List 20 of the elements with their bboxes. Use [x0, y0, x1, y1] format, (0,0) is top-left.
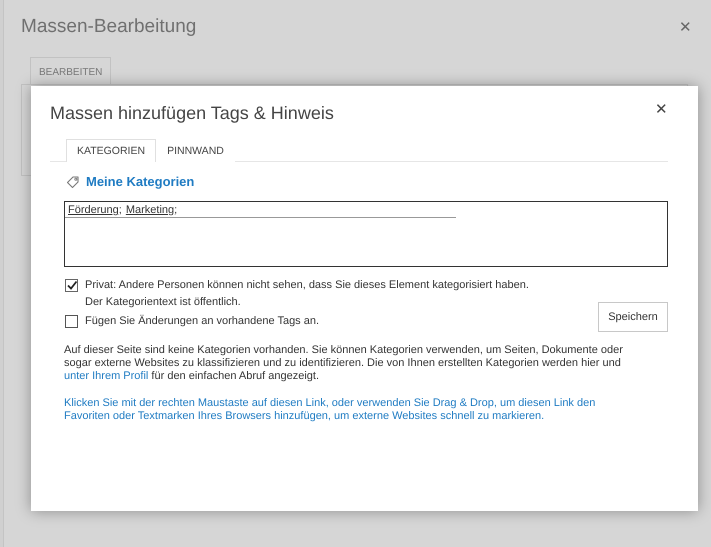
checkbox-label: Fügen Sie Änderungen an vorhandene Tags an. — [85, 314, 320, 329]
save-button[interactable]: Speichern — [598, 302, 668, 332]
tag-link[interactable]: Förderung — [68, 204, 119, 216]
tag-link[interactable]: Marketing — [126, 204, 174, 216]
separator: ; — [118, 204, 122, 216]
bookmark-link[interactable]: Klicken Sie mit der rechten Maustaste auf diesen Link, oder verwenden Sie Drag & Drop, um diesen Link den Favoriten oder Textmarken Ihres Browsers hinzufügen, um externe Websites schnell zu markieren. — [64, 397, 629, 423]
separator: ; — [174, 204, 178, 216]
dialog-title: Massen hinzufügen Tags & Hinweis — [50, 102, 334, 124]
tags-field[interactable]: Förderung; Marketing; — [64, 201, 668, 267]
tab[interactable]: KATEGORIEN — [66, 139, 156, 162]
dialog-title: Massen-Bearbeitung — [21, 16, 196, 38]
checkbox[interactable] — [65, 279, 78, 292]
checkbox-label: Privat: Andere Personen können nicht sehen, dass Sie dieses Element kategorisiert haben. Der Kategorientext ist öffentlich. — [85, 278, 530, 310]
section-title: Meine Kategorien — [86, 174, 194, 189]
close-button[interactable]: ✕ — [675, 18, 696, 36]
profile-link[interactable]: unter Ihrem Profil — [64, 370, 148, 382]
description-text: Auf dieser Seite sind keine Kategorien vorhanden. Sie können Kategorien verwenden, um Seiten, Dokumente oder sogar externe Websites zu klassifizieren und zu identifizieren. Die von Ihnen erstellten Kategorien werden hier und unter Ihrem Profil für den einfachen Abruf angezeigt. — [64, 344, 624, 383]
checkbox[interactable] — [65, 315, 78, 328]
tag-icon — [66, 174, 80, 188]
close-button[interactable]: ✕ — [651, 100, 672, 118]
